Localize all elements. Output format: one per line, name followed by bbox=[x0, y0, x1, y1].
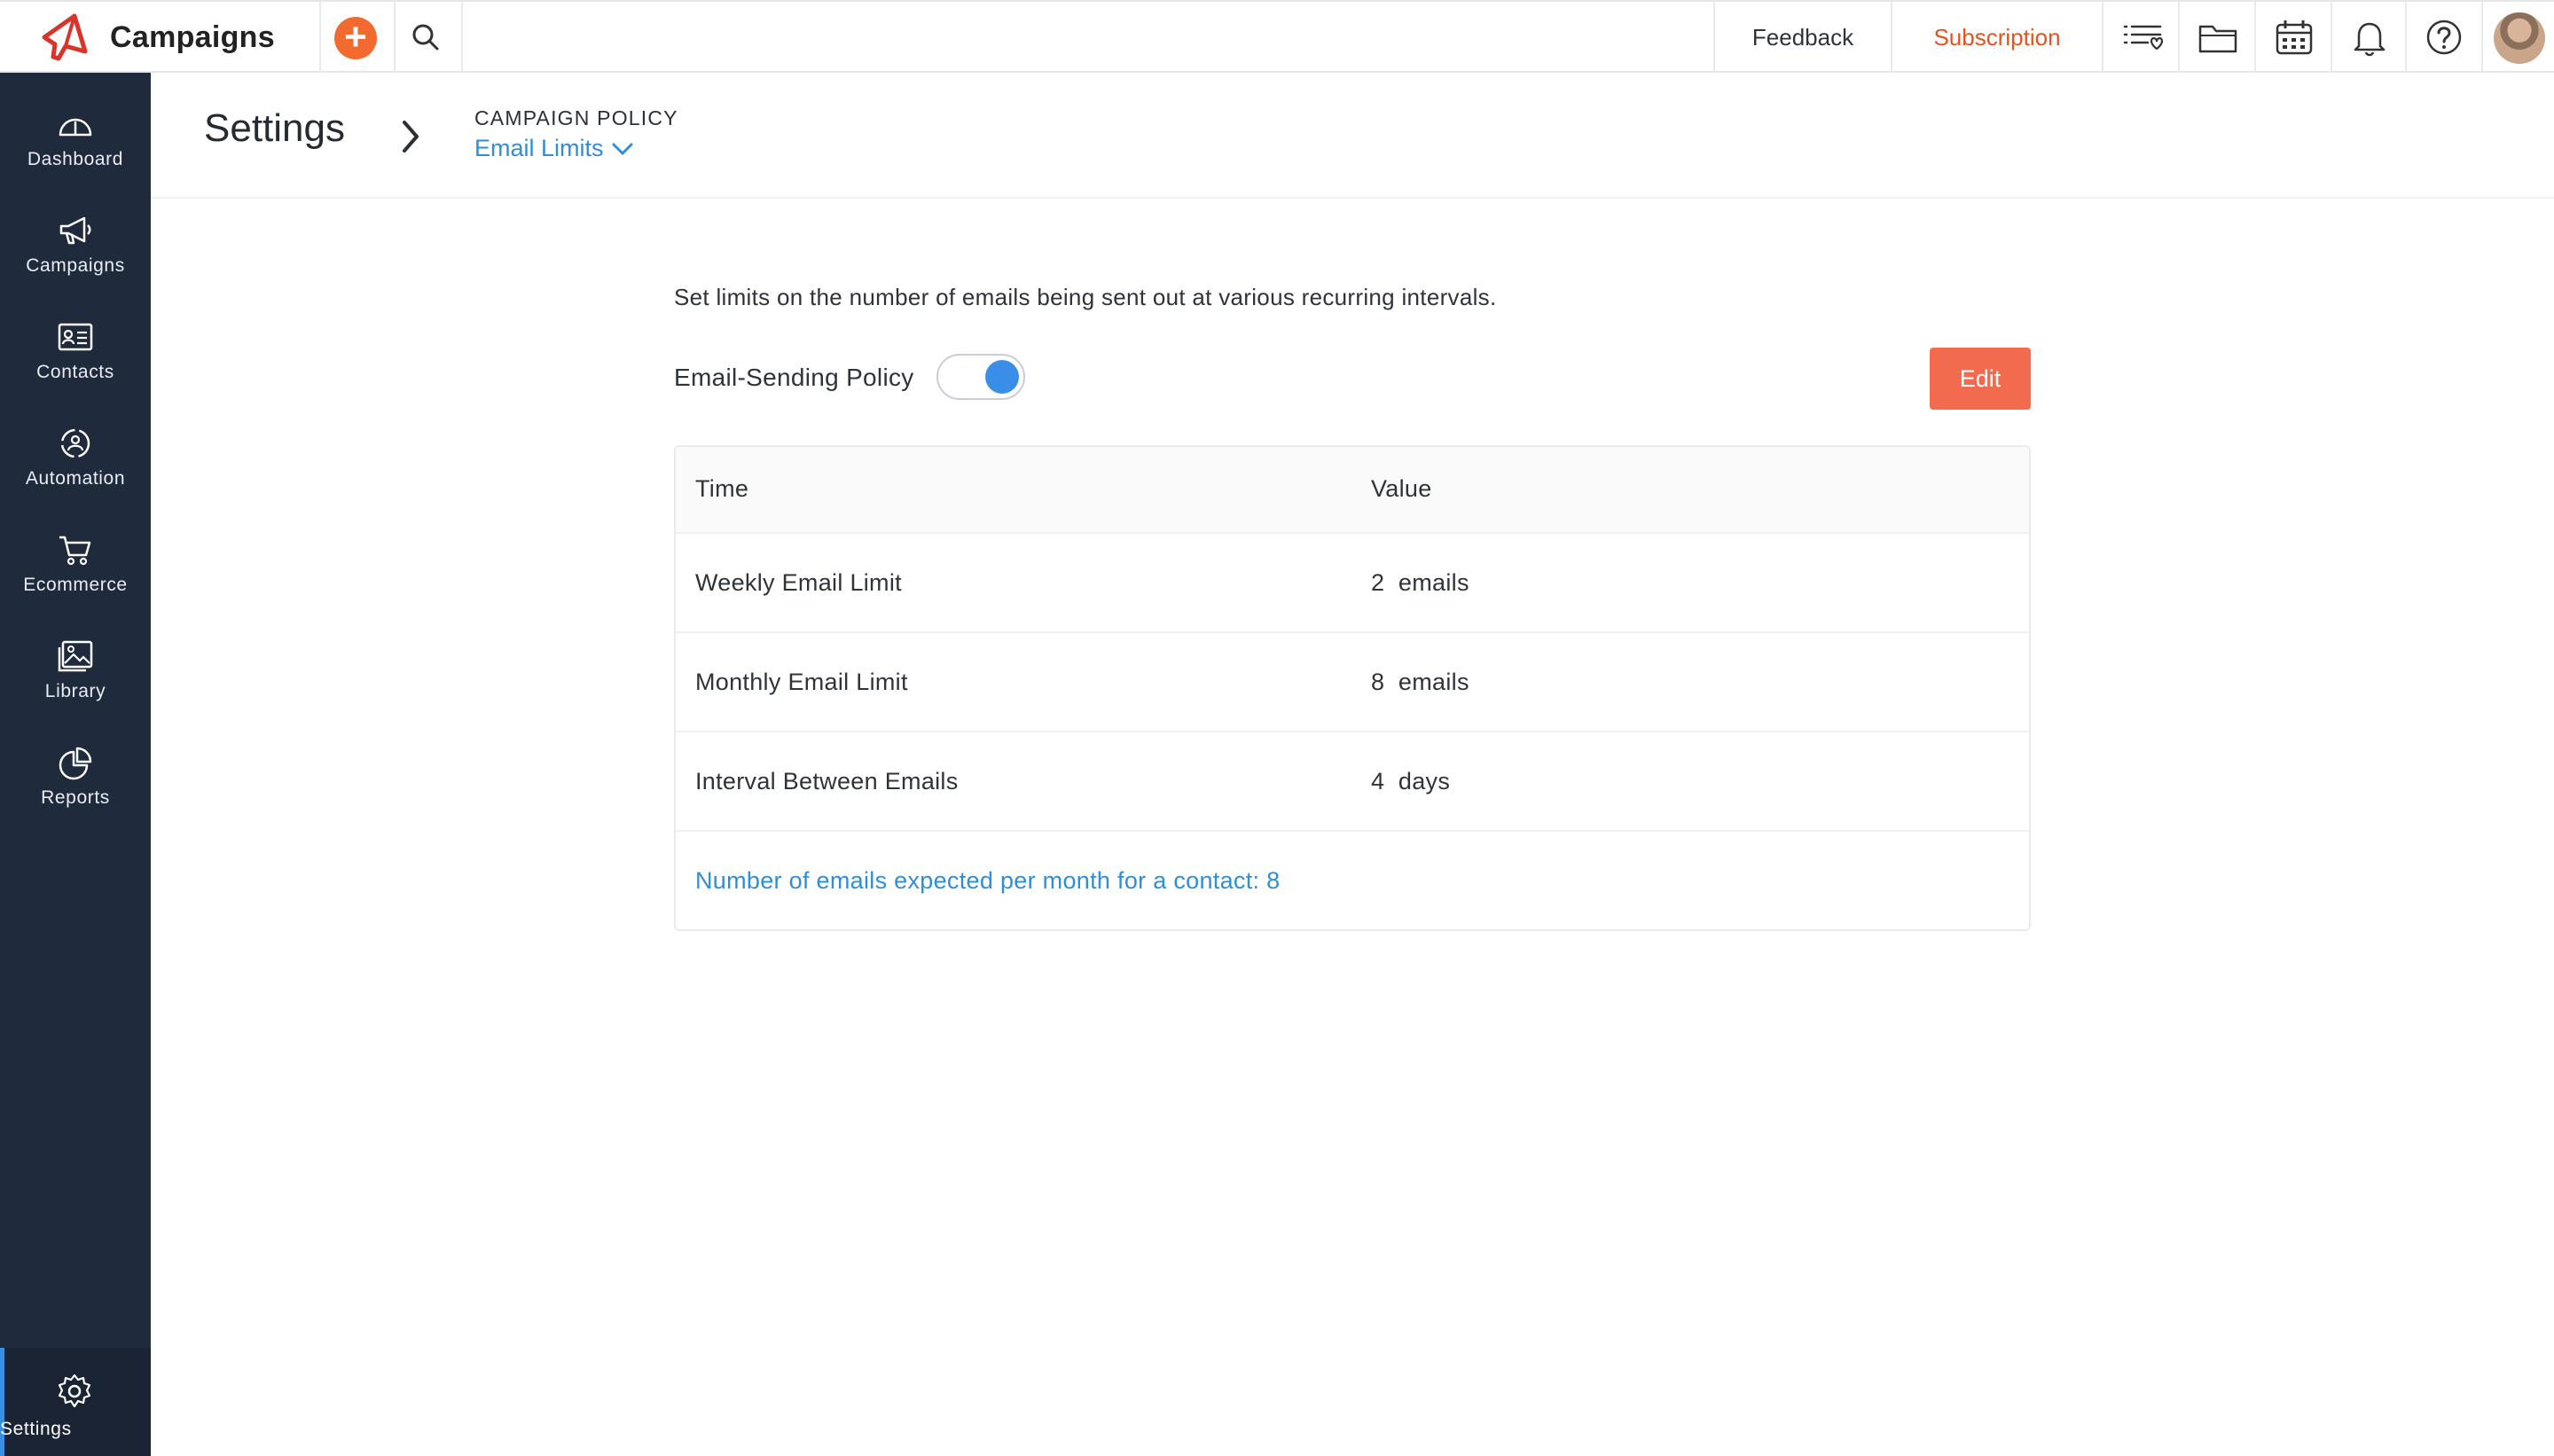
policy-dropdown-value: Email Limits bbox=[474, 135, 604, 161]
sidebar-item-label: Settings bbox=[0, 1419, 72, 1439]
cart-icon bbox=[59, 536, 91, 566]
sidebar-item-label: Reports bbox=[41, 787, 110, 808]
row-time: Interval Between Emails bbox=[695, 768, 959, 795]
sidebar-item-label: Automation bbox=[25, 468, 126, 489]
row-value: 2 emails bbox=[1371, 569, 1469, 596]
row-time: Monthly Email Limit bbox=[695, 669, 908, 695]
page-title: Settings bbox=[204, 106, 345, 150]
sidebar-item-reports[interactable]: Reports bbox=[0, 724, 151, 821]
sidebar-item-contacts[interactable]: Contacts bbox=[0, 298, 151, 395]
sidebar-item-campaigns[interactable]: Campaigns bbox=[0, 192, 151, 289]
policy-dropdown[interactable]: Email Limits bbox=[474, 135, 634, 162]
folder-icon[interactable] bbox=[2197, 18, 2239, 59]
email-limits-table: Time Value Weekly Email Limit 2 emails M… bbox=[674, 445, 2031, 931]
row-value: 8 emails bbox=[1371, 669, 1469, 695]
divider bbox=[2254, 2, 2256, 73]
intro-text: Set limits on the number of emails being… bbox=[674, 284, 1497, 310]
row-time: Weekly Email Limit bbox=[695, 569, 902, 596]
app-name: Campaigns bbox=[110, 20, 275, 54]
divider bbox=[2178, 2, 2180, 73]
column-header-value: Value bbox=[1371, 475, 1432, 502]
campaigns-logo-icon bbox=[42, 13, 88, 61]
gear-icon bbox=[58, 1374, 91, 1408]
sidebar-item-label: Dashboard bbox=[27, 149, 124, 169]
divider bbox=[2331, 2, 2332, 73]
sidebar-item-ecommerce[interactable]: Ecommerce bbox=[0, 511, 151, 608]
search-icon[interactable] bbox=[410, 21, 442, 53]
divider bbox=[394, 2, 396, 73]
pie-chart-icon bbox=[59, 747, 92, 780]
chevron-down-icon bbox=[612, 143, 633, 154]
contact-card-icon bbox=[58, 323, 93, 351]
sidebar-item-label: Library bbox=[44, 681, 106, 701]
column-header-time: Time bbox=[695, 475, 749, 502]
policy-toggle[interactable] bbox=[936, 354, 1025, 400]
calendar-icon[interactable] bbox=[2273, 18, 2315, 59]
row-value: 4 days bbox=[1371, 768, 1451, 795]
megaphone-icon bbox=[59, 216, 91, 245]
sidebar-item-automation[interactable]: Automation bbox=[0, 404, 151, 502]
brand[interactable]: Campaigns bbox=[39, 11, 275, 64]
monthly-estimate-summary: Number of emails expected per month for … bbox=[695, 867, 1281, 894]
divider bbox=[2405, 2, 2407, 73]
toggle-knob bbox=[985, 360, 1019, 394]
avatar[interactable] bbox=[2494, 12, 2545, 64]
sidebar-item-settings[interactable]: Settings bbox=[0, 1348, 151, 1456]
table-header-row: Time Value bbox=[676, 447, 2029, 534]
divider bbox=[319, 2, 321, 73]
table-row: Interval Between Emails 4 days bbox=[676, 732, 2029, 832]
sidebar-item-label: Campaigns bbox=[26, 255, 125, 276]
page-header: Settings CAMPAIGN POLICY Email Limits bbox=[151, 73, 2554, 199]
breadcrumb-section: CAMPAIGN POLICY bbox=[474, 106, 678, 129]
gauge-icon bbox=[59, 118, 92, 137]
table-row: Weekly Email Limit 2 emails bbox=[676, 534, 2029, 633]
bell-icon[interactable] bbox=[2348, 18, 2391, 59]
feedback-link[interactable]: Feedback bbox=[1715, 2, 1891, 73]
add-new-button[interactable]: + bbox=[334, 17, 377, 59]
divider bbox=[2102, 2, 2104, 73]
chevron-right-icon bbox=[403, 121, 419, 153]
help-icon[interactable] bbox=[2423, 18, 2465, 59]
policy-label: Email-Sending Policy bbox=[674, 364, 914, 391]
sidebar: Dashboard Campaigns Contacts Automation bbox=[0, 73, 151, 1456]
sidebar-item-dashboard[interactable]: Dashboard bbox=[0, 85, 151, 183]
top-bar: Campaigns + Feedback Subscription bbox=[0, 0, 2554, 73]
list-filter-icon[interactable] bbox=[2121, 18, 2164, 59]
automation-icon bbox=[60, 428, 90, 458]
sidebar-item-label: Ecommerce bbox=[23, 575, 128, 595]
divider bbox=[2481, 2, 2483, 73]
sidebar-item-library[interactable]: Library bbox=[0, 617, 151, 715]
edit-button[interactable]: Edit bbox=[1930, 348, 2031, 410]
sidebar-item-label: Contacts bbox=[36, 362, 114, 382]
subscription-link[interactable]: Subscription bbox=[1892, 2, 2102, 73]
image-library-icon bbox=[58, 640, 93, 672]
table-row: Monthly Email Limit 8 emails bbox=[676, 633, 2029, 732]
divider bbox=[461, 2, 463, 73]
